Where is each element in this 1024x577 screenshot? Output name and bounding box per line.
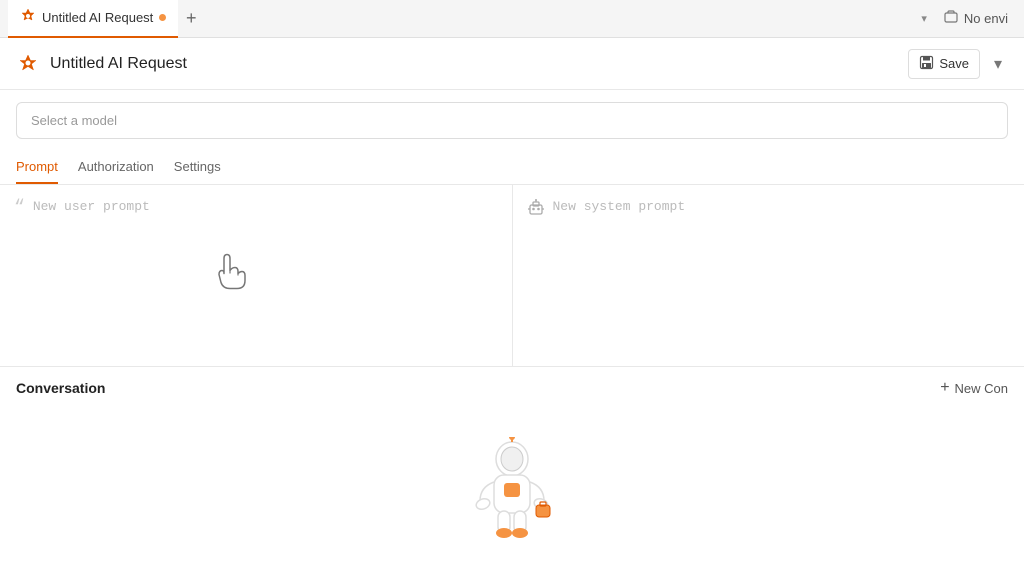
cursor-overlay — [210, 248, 250, 303]
add-tab-button[interactable]: + — [178, 6, 204, 32]
header-ai-icon — [16, 52, 40, 76]
tab-authorization[interactable]: Authorization — [78, 151, 154, 184]
tab-unsaved-dot — [159, 14, 166, 21]
astronaut-icon — [462, 437, 562, 557]
prompt-area: “ New user prompt — [0, 185, 1024, 367]
save-button[interactable]: Save — [908, 49, 980, 79]
plus-icon: + — [940, 379, 949, 397]
tab-prompt[interactable]: Prompt — [16, 151, 58, 184]
tab-settings[interactable]: Settings — [174, 151, 221, 184]
new-conversation-button[interactable]: + New Con — [940, 379, 1008, 397]
save-label: Save — [939, 56, 969, 71]
system-prompt-text: New system prompt — [553, 199, 686, 214]
quote-icon: “ — [14, 199, 25, 217]
user-prompt-panel[interactable]: “ New user prompt — [0, 185, 513, 366]
tab-untitled-ai-request[interactable]: Untitled AI Request — [8, 0, 178, 38]
conversation-section: Conversation + New Con — [0, 367, 1024, 417]
conversation-title: Conversation — [16, 380, 105, 396]
header-right: Save ▾ — [908, 49, 1008, 79]
conversation-header: Conversation + New Con — [16, 379, 1008, 397]
save-icon — [919, 55, 934, 73]
page-title: Untitled AI Request — [50, 55, 187, 73]
new-conversation-label: New Con — [955, 381, 1008, 396]
model-selector[interactable]: Select a model — [16, 102, 1008, 139]
no-env-icon — [943, 9, 959, 28]
system-prompt-placeholder: New system prompt — [527, 199, 1011, 222]
page-header: Untitled AI Request Save ▾ — [0, 38, 1024, 90]
tab-bar-right: ▾ No envi — [921, 6, 1016, 31]
no-environment-button[interactable]: No envi — [935, 6, 1016, 31]
no-env-label: No envi — [964, 11, 1008, 26]
header-chevron-icon[interactable]: ▾ — [988, 50, 1008, 78]
header-left: Untitled AI Request — [16, 52, 187, 76]
tab-label: Untitled AI Request — [42, 10, 153, 25]
sub-tabs: Prompt Authorization Settings — [0, 151, 1024, 185]
user-prompt-text: New user prompt — [33, 199, 150, 214]
robot-icon — [527, 199, 545, 222]
user-prompt-placeholder: “ New user prompt — [14, 199, 498, 217]
ai-tab-icon — [20, 8, 36, 27]
tab-chevron-icon[interactable]: ▾ — [921, 12, 927, 25]
model-selector-placeholder: Select a model — [31, 113, 117, 128]
system-prompt-panel[interactable]: New system prompt — [513, 185, 1024, 366]
tab-bar: Untitled AI Request + ▾ No envi — [0, 0, 1024, 38]
robot-illustration — [0, 417, 1024, 577]
